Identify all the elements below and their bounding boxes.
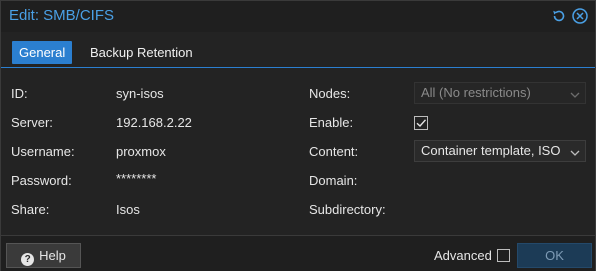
password-label: Password: [11, 173, 72, 188]
username-value: proxmox [116, 144, 166, 159]
advanced-label: Advanced [434, 248, 492, 263]
nodes-label: Nodes: [309, 86, 351, 101]
id-label: ID: [11, 86, 28, 101]
enable-label: Enable: [309, 115, 354, 130]
content-label: Content: [309, 144, 359, 159]
help-button-label: Help [39, 248, 66, 263]
tab-bar: General Backup Retention [1, 32, 595, 68]
edit-storage-dialog: Edit: SMB/CIFS General Backup Retention … [0, 0, 596, 271]
content-select[interactable]: Container template, ISO [414, 140, 586, 162]
dialog-footer: ? Help Advanced OK [1, 235, 595, 271]
reset-icon[interactable] [550, 7, 568, 25]
chevron-down-icon [569, 87, 581, 99]
username-label: Username: [11, 144, 75, 159]
nodes-select[interactable]: All (No restrictions) [414, 82, 586, 104]
general-form: ID: syn-isos Server: 192.168.2.22 Userna… [1, 68, 595, 235]
nodes-select-value: All (No restrictions) [421, 85, 531, 100]
advanced-checkbox[interactable] [497, 249, 510, 262]
id-value: syn-isos [116, 86, 164, 101]
question-circle-icon: ? [21, 253, 35, 266]
dialog-titlebar[interactable]: Edit: SMB/CIFS [1, 1, 595, 32]
chevron-down-icon [569, 145, 581, 157]
share-value: Isos [116, 202, 140, 217]
password-value: ******** [116, 171, 157, 186]
subdirectory-label: Subdirectory: [309, 202, 386, 217]
share-label: Share: [11, 202, 50, 217]
help-button[interactable]: ? Help [6, 243, 81, 268]
dialog-title: Edit: SMB/CIFS [9, 7, 115, 24]
ok-button[interactable]: OK [517, 243, 592, 268]
server-label: Server: [11, 115, 53, 130]
content-select-value: Container template, ISO [421, 143, 561, 158]
tab-general[interactable]: General [12, 41, 73, 64]
tab-backup-retention[interactable]: Backup Retention [83, 41, 200, 64]
server-value: 192.168.2.22 [116, 115, 192, 130]
close-icon[interactable] [571, 7, 589, 25]
enable-checkbox[interactable] [414, 116, 428, 130]
domain-label: Domain: [309, 173, 358, 188]
